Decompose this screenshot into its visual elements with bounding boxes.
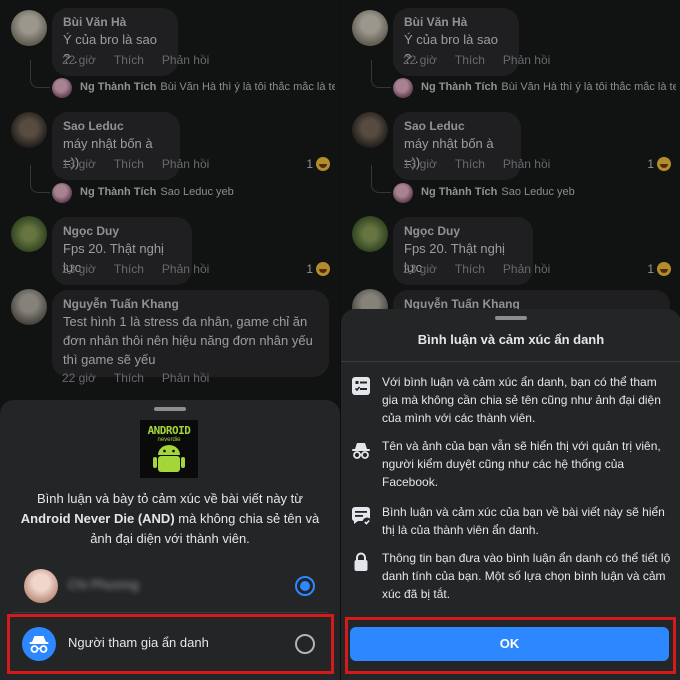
drag-handle[interactable] (154, 407, 186, 411)
profile-name: Chi Phương (68, 577, 139, 592)
info-text: Bình luận và cảm xúc của bạn về bài viết… (382, 505, 665, 537)
group-name: Android Never Die (AND) (20, 511, 175, 526)
info-text: Thông tin bạn đưa vào bình luận ẩn danh … (382, 551, 671, 601)
info-text: Tên và ảnh của bạn vẫn sẽ hiển thị với q… (382, 439, 661, 489)
group-logo: ANDROID neverdie (140, 420, 198, 478)
highlight-box (345, 617, 676, 674)
android-robot-icon (153, 445, 185, 472)
left-screen: Bùi Văn Hà Ý của bro là sao ? . 22 giờ Th… (0, 0, 340, 680)
drag-handle[interactable] (495, 316, 527, 320)
option-profile[interactable]: Chi Phương (12, 563, 329, 609)
desc-text: Bình luận và bày tỏ cảm xúc về bài viết … (37, 491, 303, 506)
comment-list-icon (352, 377, 370, 395)
info-text: Với bình luận và cảm xúc ẩn danh, bạn có… (382, 375, 661, 425)
incognito-icon (352, 443, 370, 459)
divider (12, 612, 328, 613)
highlight-box (7, 614, 334, 674)
right-screen: Bùi Văn Hà Ý của bro là sao ? . 22 giờ Th… (341, 0, 680, 680)
sheet-title: Bình luận và cảm xúc ẩn danh (417, 332, 605, 347)
radio-selected[interactable] (295, 576, 315, 596)
avatar (24, 569, 58, 603)
comment-check-icon (351, 507, 372, 527)
sheet-description: Bình luận và bày tỏ cảm xúc về bài viết … (14, 489, 326, 549)
lock-icon (354, 552, 368, 571)
divider (341, 361, 680, 362)
